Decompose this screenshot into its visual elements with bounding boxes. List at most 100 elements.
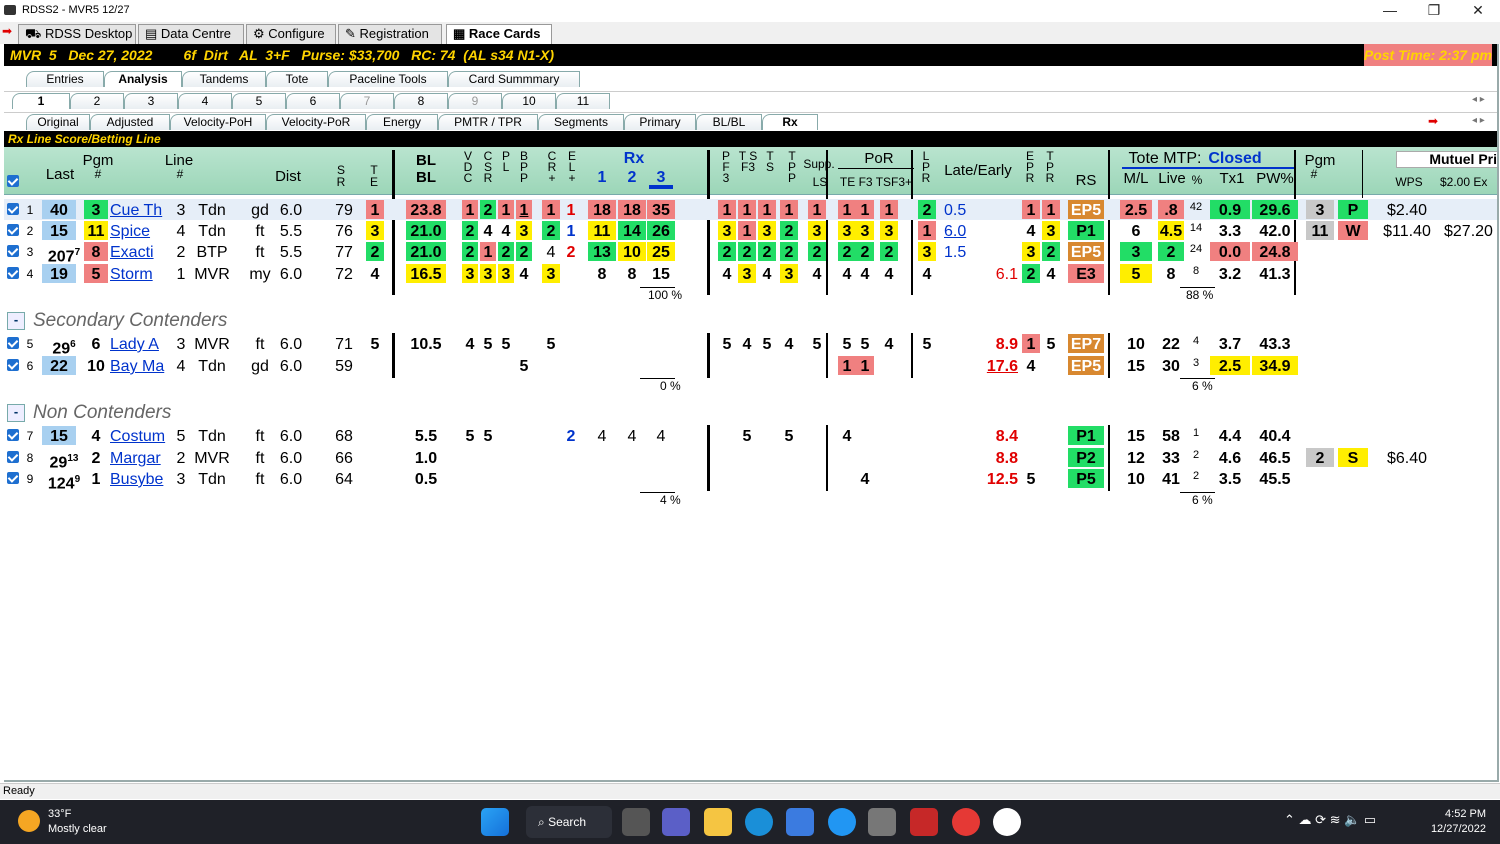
close-button[interactable]: ✕ bbox=[1456, 0, 1500, 22]
tab-segments[interactable]: Segments bbox=[538, 114, 624, 130]
rx-value bbox=[647, 356, 675, 375]
horse-name-link[interactable]: Cue Th bbox=[110, 200, 172, 219]
col-rx-2[interactable]: 2 bbox=[622, 170, 642, 186]
collapse-non-button[interactable]: - bbox=[7, 404, 25, 422]
col-last[interactable]: Last bbox=[40, 167, 80, 182]
col-rx-1[interactable]: 1 bbox=[592, 170, 612, 186]
tab-tandems[interactable]: Tandems bbox=[182, 71, 266, 87]
col-rs[interactable]: RS bbox=[1068, 173, 1104, 188]
col-line[interactable]: Line bbox=[159, 153, 199, 168]
minimize-button[interactable]: — bbox=[1368, 0, 1412, 22]
tab-tote[interactable]: Tote bbox=[266, 71, 328, 87]
horse-name-link[interactable]: Storm bbox=[110, 264, 172, 283]
tab-race-3[interactable]: 3 bbox=[124, 93, 178, 109]
horse-name-link[interactable]: Margar bbox=[110, 448, 172, 467]
task-view-icon[interactable] bbox=[622, 808, 650, 836]
tab-rdss-desktop[interactable]: ⛟ RDSS Desktop bbox=[18, 24, 136, 44]
col-rx-3[interactable]: 3 bbox=[649, 170, 673, 189]
row-checkbox[interactable] bbox=[7, 429, 19, 441]
tray-icons[interactable]: ⌃ ☁ ⟳ ≋ 🔈 ▭ bbox=[1284, 812, 1376, 828]
tab-bl-bl[interactable]: BL/BL bbox=[696, 114, 762, 130]
tab-configure[interactable]: ⚙ Configure bbox=[246, 24, 336, 44]
horse-name-link[interactable]: Busybe bbox=[110, 469, 172, 488]
tab-primary[interactable]: Primary bbox=[624, 114, 696, 130]
tab-paceline-tools[interactable]: Paceline Tools bbox=[328, 71, 448, 87]
table-row[interactable]: 5 296 6 Lady A 3 MVR ft 6.0 71 5 10.5 4 5 5 5 5 4 5 4 5 5 5 4 5… bbox=[4, 333, 1498, 357]
tab-race-2[interactable]: 2 bbox=[70, 93, 124, 109]
table-row[interactable]: 4 19 5 Storm 1 MVR my 6.0 72 4 16.5 3 3 3 4 3 8 8 15 4 3 4 3 4 4… bbox=[4, 263, 1498, 284]
tab-race-11[interactable]: 11 bbox=[556, 93, 610, 109]
weather-icon[interactable] bbox=[18, 810, 40, 832]
tab-analysis[interactable]: Analysis bbox=[104, 71, 182, 87]
tab-velocity-por[interactable]: Velocity-PoR bbox=[266, 114, 366, 130]
te-value: 1 bbox=[366, 200, 384, 219]
rx-value bbox=[618, 448, 646, 467]
row-checkbox[interactable] bbox=[7, 224, 19, 236]
horse-name-link[interactable]: Lady A bbox=[110, 334, 172, 353]
edge-icon[interactable] bbox=[745, 808, 773, 836]
row-checkbox[interactable] bbox=[7, 203, 19, 215]
table-row[interactable]: 8 2913 2 Margar 2 MVR ft 6.0 66 1.0 8.8 P2 12 33 2 4.6 4… bbox=[4, 447, 1498, 471]
tab-adjusted[interactable]: Adjusted bbox=[90, 114, 170, 130]
row-checkbox[interactable] bbox=[7, 359, 19, 371]
tab-race-8[interactable]: 8 bbox=[394, 93, 448, 109]
horse-name-link[interactable]: Spice bbox=[110, 221, 172, 240]
horse-name-link[interactable]: Exacti bbox=[110, 242, 172, 261]
v-value: 2 bbox=[516, 242, 532, 261]
horse-name-link[interactable]: Costum bbox=[110, 426, 172, 445]
finish-pgm: 3 bbox=[1306, 200, 1334, 219]
openai-icon[interactable] bbox=[993, 808, 1021, 836]
scroll-arrows-icon[interactable]: ◂ ▸ bbox=[1472, 94, 1485, 105]
tab-data-centre[interactable]: ▤ Data Centre bbox=[138, 24, 244, 44]
col-late-early[interactable]: Late/Early bbox=[938, 163, 1018, 178]
export-icon[interactable]: ➡ bbox=[1428, 114, 1438, 128]
tab-registration[interactable]: ✎ Registration bbox=[338, 24, 442, 44]
row-checkbox[interactable] bbox=[7, 245, 19, 257]
search-button[interactable]: ⌕ Search bbox=[526, 806, 612, 838]
store-icon[interactable] bbox=[786, 808, 814, 836]
row-checkbox[interactable] bbox=[7, 337, 19, 349]
row-checkbox[interactable] bbox=[7, 267, 19, 279]
col-dist[interactable]: Dist bbox=[268, 169, 308, 184]
collapse-secondary-button[interactable]: - bbox=[7, 312, 25, 330]
tab-race-6[interactable]: 6 bbox=[286, 93, 340, 109]
tab-original[interactable]: Original bbox=[26, 114, 90, 130]
col-pgm[interactable]: Pgm bbox=[78, 153, 118, 168]
file-explorer-icon[interactable] bbox=[704, 808, 732, 836]
table-row[interactable]: 9 1249 1 Busybe 3 Tdn ft 6.0 64 0.5 4 12.5 5 P5 10 41 2 3… bbox=[4, 468, 1498, 492]
pf-value: 1 bbox=[758, 200, 776, 219]
maximize-button[interactable]: ❐ bbox=[1412, 0, 1456, 22]
windows-start-icon[interactable] bbox=[481, 808, 509, 836]
tab-card-summary[interactable]: Card Summmary bbox=[448, 71, 580, 87]
tab-race-5[interactable]: 5 bbox=[232, 93, 286, 109]
tpr-value: 5 bbox=[1046, 336, 1056, 353]
tab-race-1[interactable]: 1 bbox=[12, 93, 70, 109]
select-all-checkbox[interactable] bbox=[7, 175, 19, 187]
status-bar: Ready bbox=[0, 783, 1500, 799]
chat-icon[interactable] bbox=[662, 808, 690, 836]
tab-energy[interactable]: Energy bbox=[366, 114, 438, 130]
tab-race-9[interactable]: 9 bbox=[448, 93, 502, 109]
table-row[interactable]: 3 2077 8 Exacti 2 BTP ft 5.5 77 2 21.0 2 1 2 2 4 2 13 10 25… bbox=[4, 241, 1498, 265]
tab-pmtr-tpr[interactable]: PMTR / TPR bbox=[438, 114, 538, 130]
tab-rx[interactable]: Rx bbox=[762, 114, 818, 130]
tab-entries[interactable]: Entries bbox=[26, 71, 104, 87]
table-row[interactable]: 2 15 11 Spice 4 Tdn ft 5.5 76 3 21.0 2 4 4 3 2 1 11 14 26 3 1… bbox=[4, 220, 1498, 241]
tab-race-cards[interactable]: ▦ Race Cards bbox=[446, 24, 552, 44]
table-row[interactable]: 7 15 4 Costum 5 Tdn ft 6.0 68 5.5 5 5 2 4 4 4 5 5 4 8.4 P1 15… bbox=[4, 425, 1498, 446]
el-value: 1 bbox=[566, 202, 576, 219]
tab-race-4[interactable]: 4 bbox=[178, 93, 232, 109]
rdss-app-icon[interactable] bbox=[868, 808, 896, 836]
row-checkbox[interactable] bbox=[7, 472, 19, 484]
help-icon[interactable] bbox=[828, 808, 856, 836]
table-row[interactable]: 6 22 10 Bay Ma 4 Tdn gd 6.0 59 5 1 1 17.6 4 EP5 15 30 3 2.… bbox=[4, 355, 1498, 376]
mcafee-icon[interactable] bbox=[910, 808, 938, 836]
horse-name-link[interactable]: Bay Ma bbox=[110, 356, 172, 375]
tab-race-7[interactable]: 7 bbox=[340, 93, 394, 109]
chrome-icon[interactable] bbox=[952, 808, 980, 836]
scroll-arrows-icon[interactable]: ◂ ▸ bbox=[1472, 115, 1485, 126]
tab-velocity-poh[interactable]: Velocity-PoH bbox=[170, 114, 266, 130]
row-checkbox[interactable] bbox=[7, 451, 19, 463]
tab-race-10[interactable]: 10 bbox=[502, 93, 556, 109]
table-row[interactable]: 1 40 3 Cue Th 3 Tdn gd 6.0 79 1 23.8 1 2 1 1 1 1 18 18 35 1 1… bbox=[4, 199, 1498, 220]
